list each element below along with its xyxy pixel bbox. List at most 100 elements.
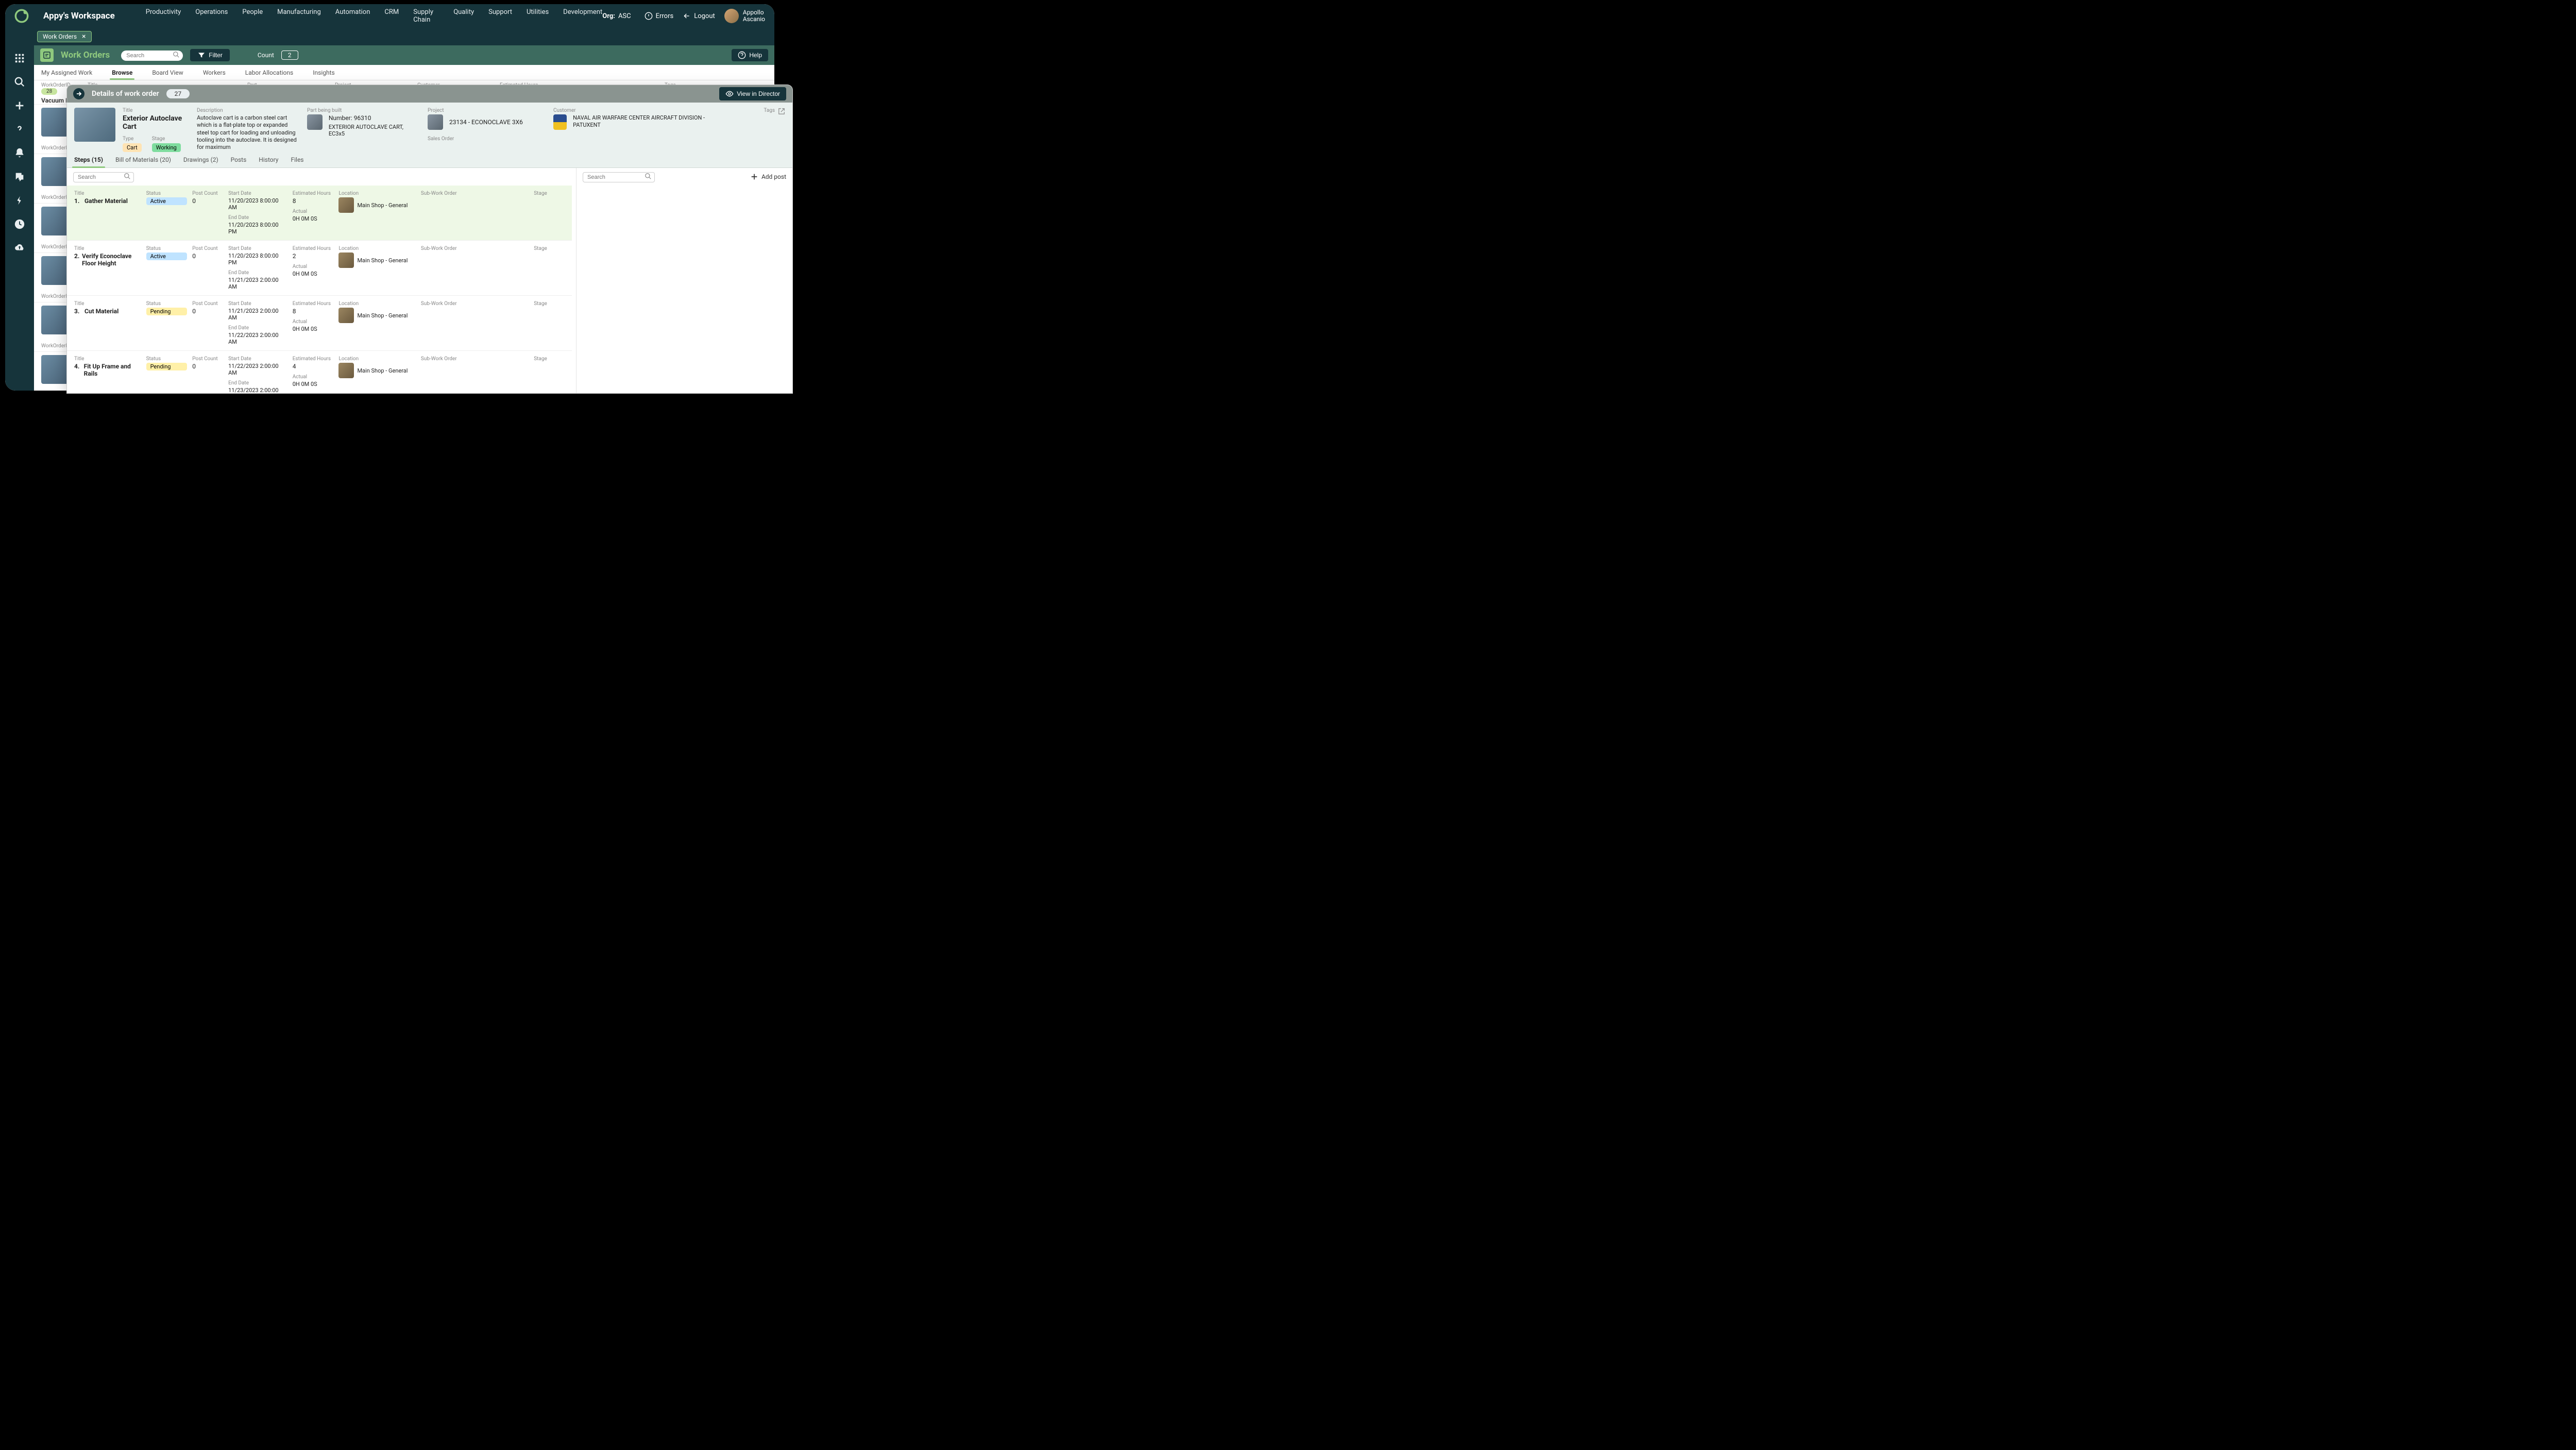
actual-value: 0H 0M 0S [293,215,334,222]
errors-button[interactable]: Errors [645,12,674,20]
end-date-label: End Date [228,215,287,221]
detail-title-value: Exterior Autoclave Cart [123,114,190,131]
content-tabs: My Assigned Work Browse Board View Worke… [34,65,774,80]
filter-icon [197,51,206,59]
nav-quality[interactable]: Quality [453,8,474,24]
status-label: Status [146,246,188,251]
end-date-label: End Date [228,380,287,386]
cloud-upload-icon[interactable] [14,242,25,254]
stage-label: Stage [534,191,565,196]
tab-insights[interactable]: Insights [313,66,334,79]
plus-icon[interactable] [14,100,25,111]
module-icon [40,48,54,62]
logout-button[interactable]: Logout [683,12,715,20]
apps-icon[interactable] [14,53,25,64]
bell-icon[interactable] [14,147,25,159]
detail-id: 27 [166,89,190,98]
steps-list[interactable]: Title 1. Gather Material Status Active P… [67,186,576,393]
tab-browse[interactable]: Browse [112,66,132,79]
edit-icon[interactable] [778,108,785,115]
filter-label: Filter [209,52,223,59]
part-label: Part being built [307,108,420,113]
location-thumb [338,252,354,268]
id-label: WorkOrderID [41,244,71,250]
count-label: Count [258,52,274,59]
nav-crm[interactable]: CRM [384,8,399,24]
user-name: Appollo Ascanio [743,9,765,23]
steps-main: Title 1. Gather Material Status Active P… [67,168,576,393]
start-date-value: 11/20/2023 8:00:00 PM [228,252,287,266]
avatar [724,9,739,23]
dtab-bom[interactable]: Bill of Materials (20) [115,152,171,167]
posts-sidebar: Add post [576,168,792,393]
open-tab-bar: Work Orders × [5,28,774,45]
id-label: WorkOrderID [41,294,71,299]
row-thumb [41,108,70,137]
nav-manufacturing[interactable]: Manufacturing [277,8,321,24]
open-tab-label: Work Orders [43,33,77,40]
user-menu[interactable]: Appollo Ascanio [724,9,765,23]
actual-label: Actual [293,374,334,380]
chat-icon[interactable] [14,171,25,182]
nav-support[interactable]: Support [488,8,512,24]
step-row[interactable]: Title 2. Verify Econoclave Floor Height … [67,241,572,296]
help-icon[interactable] [14,124,25,135]
est-hours-value: 2 [293,252,334,260]
est-hours-label: Estimated Hours [293,356,334,362]
actual-value: 0H 0M 0S [293,271,334,277]
row-thumb [41,157,70,186]
step-row[interactable]: Title 1. Gather Material Status Active P… [67,186,572,241]
nav-people[interactable]: People [242,8,263,24]
nav-productivity[interactable]: Productivity [146,8,181,24]
dtab-posts[interactable]: Posts [231,152,247,167]
nav-development[interactable]: Development [563,8,602,24]
clock-icon[interactable] [14,218,25,230]
dtab-history[interactable]: History [259,152,278,167]
detail-panel: Details of work order 27 View in Directo… [67,85,792,393]
step-row[interactable]: Title 4. Fit Up Frame and Rails Status P… [67,351,572,393]
est-hours-value: 4 [293,363,334,370]
tab-my-assigned[interactable]: My Assigned Work [41,66,92,79]
close-icon[interactable]: × [82,33,86,40]
org-label: Org: [602,12,615,20]
detail-title: Details of work order [92,90,159,98]
view-in-director-button[interactable]: View in Director [719,87,786,100]
tab-workers[interactable]: Workers [203,66,226,79]
errors-label: Errors [656,12,674,20]
nav-utilities[interactable]: Utilities [527,8,549,24]
back-button[interactable] [73,88,84,99]
id-badge: 28 [41,88,57,95]
arrow-left-icon [683,12,691,20]
activity-icon[interactable] [14,195,25,206]
tab-labor-allocations[interactable]: Labor Allocations [245,66,293,79]
add-post-button[interactable]: Add post [750,173,786,181]
posts-search-input[interactable] [583,172,655,182]
actual-label: Actual [293,319,334,325]
nav-items: Productivity Operations People Manufactu… [146,8,602,24]
status-badge: Active [146,252,188,260]
nav-supply-chain[interactable]: Supply Chain [413,8,439,24]
status-label: Status [146,301,188,307]
dtab-files[interactable]: Files [291,152,303,167]
workspace-name[interactable]: Appy's Workspace [43,11,115,21]
help-button[interactable]: Help [732,49,768,61]
search-icon[interactable] [14,76,25,88]
org-value[interactable]: ASC [618,12,631,20]
est-hours-label: Estimated Hours [293,191,334,196]
tab-board-view[interactable]: Board View [152,66,183,79]
location-label: Location [338,246,415,251]
dtab-drawings[interactable]: Drawings (2) [183,152,218,167]
filter-button[interactable]: Filter [190,49,230,61]
stage-badge: Working [152,143,181,152]
part-num: 96310 [354,114,371,122]
step-row[interactable]: Title 3. Cut Material Status Pending Pos… [67,296,572,351]
nav-operations[interactable]: Operations [195,8,228,24]
type-label: Type [123,136,142,142]
detail-header: Details of work order 27 View in Directo… [67,85,792,103]
posts-search [583,171,655,182]
search-icon [124,173,131,180]
dtab-steps[interactable]: Steps (15) [74,152,103,167]
nav-automation[interactable]: Automation [335,8,370,24]
sub-wo-label: Sub-Work Order [421,301,529,307]
open-tab-work-orders[interactable]: Work Orders × [37,31,92,42]
